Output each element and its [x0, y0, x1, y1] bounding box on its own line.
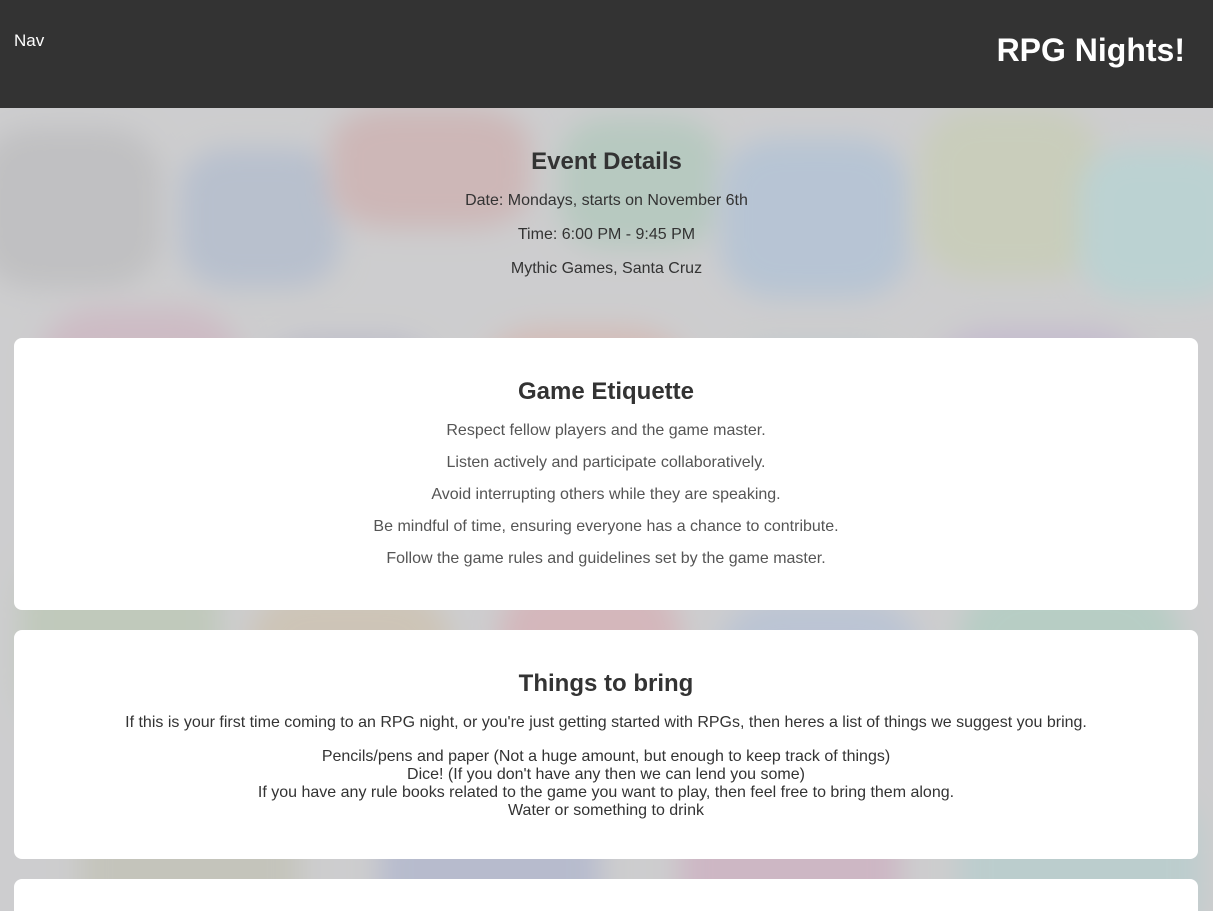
- bring-item: If you have any rule books related to th…: [257, 784, 955, 801]
- things-to-bring-list: Pencils/pens and paper (Not a huge amoun…: [14, 748, 1198, 820]
- game-etiquette-heading: Game Etiquette: [517, 378, 695, 405]
- things-to-bring-card: Things to bring If this is your first ti…: [14, 630, 1198, 859]
- etiquette-rules-list: Respect fellow players and the game mast…: [14, 422, 1198, 568]
- event-date: Date: Mondays, starts on November 6th: [465, 192, 748, 209]
- game-etiquette-card: Game Etiquette Respect fellow players an…: [14, 338, 1198, 610]
- etiquette-rule: Respect fellow players and the game mast…: [446, 422, 766, 439]
- next-card: [14, 879, 1198, 911]
- etiquette-rule: Listen actively and participate collabor…: [446, 454, 766, 471]
- site-title: RPG Nights!: [996, 32, 1185, 68]
- nav-link[interactable]: Nav: [14, 31, 44, 51]
- event-details-heading: Event Details: [531, 148, 682, 175]
- event-time: Time: 6:00 PM - 9:45 PM: [517, 226, 696, 243]
- etiquette-rule: Follow the game rules and guidelines set…: [386, 550, 826, 567]
- event-details-section: Event Details Date: Mondays, starts on N…: [0, 108, 1213, 294]
- event-location: Mythic Games, Santa Cruz: [510, 260, 703, 277]
- bring-item: Dice! (If you don't have any then we can…: [407, 766, 805, 783]
- bring-item: Pencils/pens and paper (Not a huge amoun…: [321, 748, 891, 765]
- etiquette-rule: Be mindful of time, ensuring everyone ha…: [373, 518, 839, 535]
- site-header: Nav RPG Nights!: [0, 0, 1213, 108]
- things-to-bring-intro: If this is your first time coming to an …: [125, 714, 1087, 731]
- bring-item: Water or something to drink: [508, 802, 704, 819]
- things-to-bring-heading: Things to bring: [518, 670, 694, 697]
- etiquette-rule: Avoid interrupting others while they are…: [431, 486, 781, 503]
